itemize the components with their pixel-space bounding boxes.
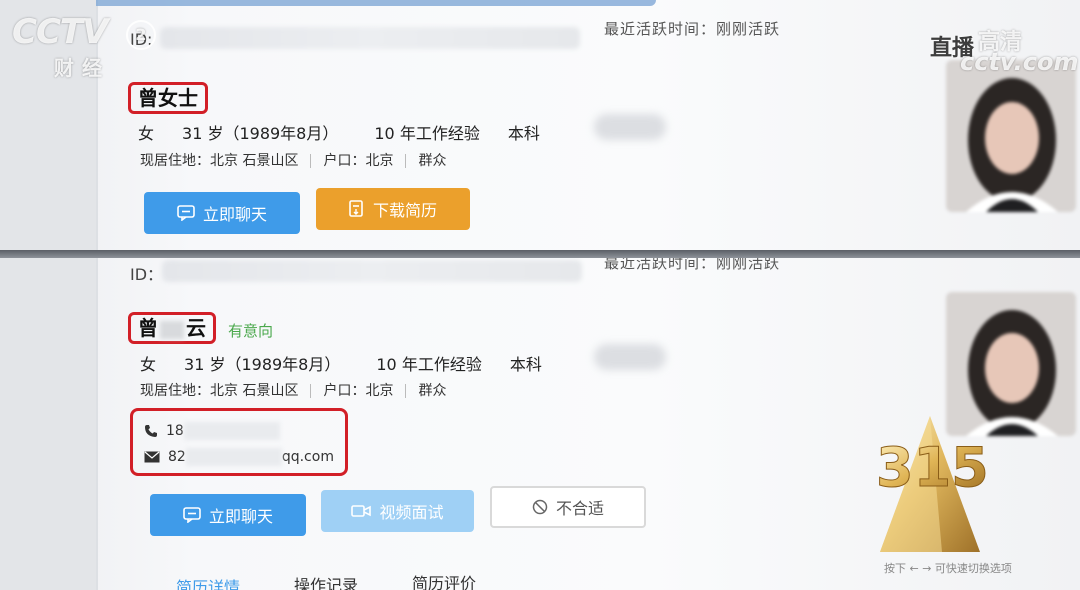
chat-now-label: 立即聊天	[202, 205, 267, 224]
experience: 10 年工作经验	[374, 124, 480, 143]
separator	[310, 384, 312, 398]
phone-row: 18	[144, 422, 280, 440]
video-interview-label: 视频面试	[379, 503, 444, 522]
candidate-location-row: 现居住地：北京 石景山区 户口：北京 群众	[140, 150, 446, 170]
video-camera-icon	[351, 505, 372, 517]
not-suitable-button[interactable]: 不合适	[490, 486, 646, 528]
channel-name: 财经	[54, 56, 110, 80]
phone-icon	[145, 425, 157, 437]
download-resume-label: 下载简历	[372, 201, 437, 220]
channel-number-badge: 2	[126, 20, 156, 50]
cctv-logo: CCTV	[12, 12, 108, 52]
email-icon	[144, 451, 160, 463]
download-resume-button[interactable]: 下载简历	[316, 188, 470, 230]
residence: 现居住地：北京 石景山区	[140, 383, 299, 399]
candidate-photo	[946, 60, 1076, 212]
email-visible-prefix: 82	[168, 449, 186, 465]
tab-resume-review[interactable]: 简历评价	[412, 570, 476, 590]
phone-number-visible: 18	[166, 423, 184, 439]
chat-now-button[interactable]: 立即聊天	[144, 192, 300, 234]
email-masked	[185, 448, 282, 466]
candidate-location-row: 现居住地：北京 石景山区 户口：北京 群众	[140, 380, 446, 400]
separator	[310, 154, 312, 168]
split-screen-divider	[0, 250, 1080, 258]
masked-name-character	[160, 320, 184, 339]
residence: 现居住地：北京 石景山区	[140, 153, 299, 169]
age: 31 岁（1989年8月）	[184, 355, 341, 374]
phone-number-masked	[183, 422, 280, 440]
315-logo-text: 315	[876, 436, 988, 499]
gender: 女	[140, 355, 157, 374]
selected-card-border	[96, 0, 656, 6]
download-resume-icon	[349, 200, 363, 217]
candidate-name-first: 曾	[138, 316, 158, 340]
separator	[405, 384, 407, 398]
tab-resume-details[interactable]: 简历详情	[176, 574, 240, 590]
separator	[405, 154, 407, 168]
masked-tag	[594, 344, 666, 370]
candidate-basic-info: 女 31 岁（1989年8月） 10 年工作经验 本科	[140, 351, 570, 375]
candidate-id-label: ID：	[130, 265, 164, 284]
experience: 10 年工作经验	[376, 355, 482, 374]
candidate-photo-image	[946, 60, 1076, 212]
last-active-text: 最近活跃时间：刚刚活跃	[604, 20, 781, 38]
email-row: 82 qq.com	[144, 448, 334, 466]
candidate-name-last: 云	[186, 316, 206, 340]
left-gutter	[0, 258, 96, 590]
education: 本科	[509, 355, 542, 374]
age: 31 岁（1989年8月）	[182, 124, 339, 143]
email-domain: qq.com	[281, 449, 334, 465]
chat-now-label: 立即聊天	[208, 507, 273, 526]
keyboard-hint: 按下 ← → 可快速切换选项	[884, 562, 1012, 575]
tab-operation-log[interactable]: 操作记录	[294, 572, 358, 590]
candidate-id-masked	[160, 27, 580, 49]
video-interview-button[interactable]: 视频面试	[321, 490, 474, 532]
chat-now-button[interactable]: 立即聊天	[150, 494, 306, 536]
candidate-name[interactable]: 曾云	[128, 312, 216, 344]
hukou: 户口：北京	[323, 153, 394, 169]
intent-status-label: 有意向	[228, 322, 274, 340]
candidate-id-masked	[162, 260, 582, 282]
resume-card-top-panel: ID: 最近活跃时间：刚刚活跃 曾女士 女 31 岁（1989年8月） 10 年工作…	[0, 0, 1080, 250]
political-status: 群众	[418, 153, 447, 169]
masked-tag	[594, 114, 666, 140]
last-active-text: 最近活跃时间：刚刚活跃	[604, 258, 781, 272]
candidate-basic-info: 女 31 岁（1989年8月） 10 年工作经验 本科	[138, 120, 568, 144]
cctv-com-watermark: cctv.com	[960, 48, 1079, 76]
gender: 女	[138, 124, 155, 143]
315-event-logo: 315	[876, 416, 988, 552]
chat-icon	[183, 507, 201, 523]
chat-icon	[177, 205, 195, 221]
prohibited-icon	[532, 499, 548, 515]
candidate-name[interactable]: 曾女士	[128, 82, 208, 114]
hukou: 户口：北京	[323, 383, 394, 399]
education: 本科	[507, 124, 540, 143]
not-suitable-label: 不合适	[555, 499, 604, 518]
political-status: 群众	[418, 383, 447, 399]
